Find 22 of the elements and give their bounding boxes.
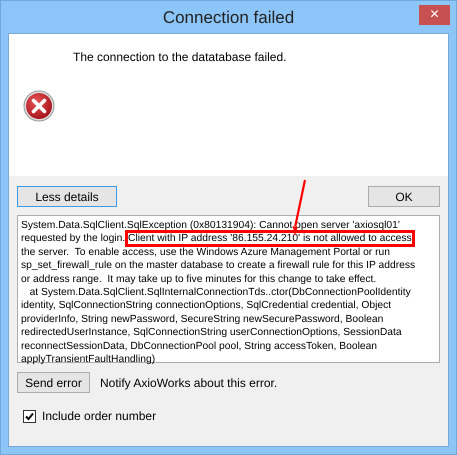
send-error-button[interactable]: Send error bbox=[17, 372, 90, 393]
details-text: providerInfo, String newPassword, SecureString newSecurePassword, Boolean bbox=[21, 314, 384, 325]
error-details-field[interactable] bbox=[17, 215, 440, 363]
less-details-button[interactable]: Less details bbox=[17, 186, 117, 207]
details-text: redirectedUserInstance, SqlConnectionString userConnectionOptions, SessionData bbox=[21, 327, 402, 338]
details-text: applyTransientFaultHandling) bbox=[21, 354, 156, 366]
close-button[interactable]: × bbox=[419, 5, 450, 25]
error-icon bbox=[23, 90, 55, 122]
details-text: requested by the login. bbox=[21, 233, 126, 244]
details-text: the server. To enable access, use the Windows Azure Management Portal or run bbox=[21, 246, 390, 258]
details-text: or address range. It may take up to five minutes for this change to take effect. bbox=[21, 274, 376, 285]
details-text: identity, SqlConnectionString connectionOptions, SqlCredential credential, Object bbox=[21, 300, 392, 312]
notify-text: Notify AxioWorks about this error. bbox=[100, 376, 278, 390]
include-order-checkbox[interactable] bbox=[23, 410, 36, 422]
include-order-label: Include order number bbox=[42, 409, 156, 423]
message-text: The connection to the datatabase failed. bbox=[73, 50, 288, 64]
details-text: sp_set_firewall_rule on the master database to create a firewall rule for this IP address bbox=[21, 260, 416, 272]
ok-button[interactable]: OK bbox=[368, 186, 440, 207]
window-title: Connection failed bbox=[162, 8, 294, 28]
details-text: reconnectSessionData, DbConnectionPool pool, String accessToken, Boolean bbox=[21, 340, 378, 352]
highlighted-text: Client with IP address '86.155.24.210' is not allowed to access bbox=[128, 233, 412, 244]
details-text: at System.Data.SqlClient.SqlInternalConnectionTds..ctor(DbConnectionPoolIdentity bbox=[28, 287, 411, 298]
